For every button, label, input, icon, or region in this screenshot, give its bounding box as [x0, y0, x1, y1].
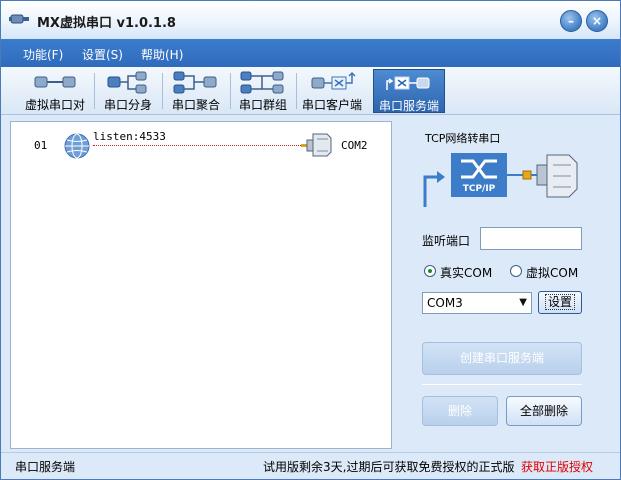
toolbar-divider	[94, 73, 95, 109]
server-icon	[386, 76, 430, 90]
create-server-button[interactable]: 创建串口服务端	[422, 342, 582, 375]
status-bar: 串口服务端 试用版剩余3天,过期后可获取免费授权的正式版 获取正版授权	[1, 452, 620, 479]
tool-server[interactable]: 串口服务端	[373, 69, 445, 113]
com-port-value: COM3	[427, 296, 463, 310]
row-index: 01	[34, 139, 48, 152]
row-connection-line	[93, 145, 301, 146]
tool-virtual-pair[interactable]: 虚拟串口对	[19, 69, 91, 113]
group-icon	[240, 71, 284, 94]
listen-port-input[interactable]	[480, 227, 582, 250]
tool-group[interactable]: 串口群组	[233, 69, 293, 113]
toolbar: 虚拟串口对 串口分身 串口聚合 串口群组 串口客户端 串口服务端	[1, 67, 620, 115]
panel-divider	[422, 384, 582, 385]
menu-help[interactable]: 帮助(H)	[141, 46, 183, 63]
server-list[interactable]: 01 listen:4533 COM2	[10, 121, 392, 449]
toolbar-divider	[230, 73, 231, 109]
menu-settings[interactable]: 设置(S)	[82, 46, 123, 63]
status-mode: 串口服务端	[15, 460, 76, 474]
aggregate-icon	[173, 71, 217, 94]
get-license-link[interactable]: 获取正版授权	[521, 458, 593, 475]
tool-label: 串口聚合	[171, 98, 220, 112]
row-com-port: COM2	[341, 139, 368, 152]
app-window: MX虚拟串口 v1.0.1.8 – × 功能(F) 设置(S) 帮助(H) 虚拟…	[0, 0, 621, 480]
window-title: MX虚拟串口 v1.0.1.8	[37, 16, 176, 31]
com-port-select[interactable]: COM3 ▼	[422, 292, 532, 314]
settings-button-label: 设置	[544, 294, 575, 310]
delete-all-button[interactable]: 全部删除	[506, 396, 582, 426]
tool-split[interactable]: 串口分身	[98, 69, 158, 113]
status-trial-notice: 试用版剩余3天,过期后可获取免费授权的正式版	[263, 460, 515, 474]
tool-client[interactable]: 串口客户端	[299, 69, 365, 113]
virtual-pair-icon	[34, 76, 76, 88]
title-bar[interactable]: MX虚拟串口 v1.0.1.8 – ×	[1, 1, 620, 39]
tcp-serial-diagram: TCP/IP	[423, 153, 578, 207]
tool-label: 串口客户端	[301, 98, 362, 112]
tcpip-label: TCP/IP	[463, 184, 496, 194]
listen-port-label: 监听端口	[422, 234, 471, 248]
app-plug-icon	[9, 14, 29, 24]
radio-label: 真实COM	[440, 266, 493, 280]
row-listen-port: listen:4533	[93, 130, 166, 143]
dropdown-arrow-icon: ▼	[519, 297, 527, 308]
tool-label: 串口服务端	[378, 99, 439, 113]
menu-bar: 功能(F) 设置(S) 帮助(H)	[1, 39, 620, 67]
radio-real-com[interactable]: 真实COM	[424, 265, 496, 280]
delete-button[interactable]: 删除	[422, 396, 498, 426]
client-icon	[311, 71, 356, 90]
radio-dot	[424, 265, 436, 277]
toolbar-divider	[296, 73, 297, 109]
menu-function[interactable]: 功能(F)	[23, 46, 63, 63]
settings-button[interactable]: 设置	[538, 291, 582, 314]
tool-label: 串口分身	[103, 98, 152, 112]
radio-dot	[510, 265, 522, 277]
tool-label: 虚拟串口对	[24, 98, 85, 112]
radio-virtual-com[interactable]: 虚拟COM	[510, 265, 582, 280]
tool-aggregate[interactable]: 串口聚合	[166, 69, 226, 113]
serial-plug-icon	[301, 133, 332, 157]
tool-label: 串口群组	[238, 98, 287, 112]
close-button[interactable]: ×	[586, 10, 608, 32]
minimize-button[interactable]: –	[560, 10, 582, 32]
split-icon	[107, 71, 147, 94]
globe-icon	[64, 133, 90, 159]
panel-title: TCP网络转串口	[425, 132, 501, 145]
toolbar-divider	[162, 73, 163, 109]
radio-label: 虚拟COM	[526, 266, 579, 280]
